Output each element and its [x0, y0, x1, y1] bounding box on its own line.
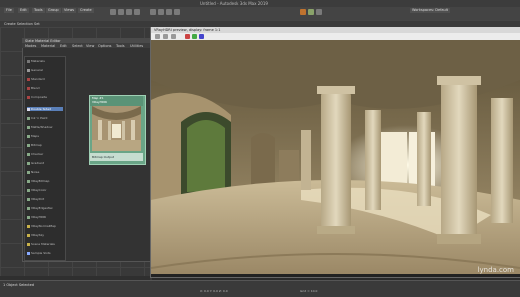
map-node-thumbnail [92, 106, 141, 151]
list-item[interactable]: Maps [27, 134, 39, 138]
menu-group[interactable]: Group [46, 8, 61, 13]
map-node-output[interactable]: Bitmap Output [90, 153, 143, 161]
material-editor-menu: Modes Material Edit Select View Options … [22, 43, 150, 48]
red-channel-icon[interactable] [185, 34, 190, 39]
list-item[interactable]: Materials [27, 59, 45, 63]
material-map-browser[interactable]: Materials General Standard Blend Composi… [24, 56, 66, 261]
snap-icon[interactable] [150, 9, 156, 15]
move-icon[interactable] [118, 9, 124, 15]
list-item[interactable]: Double Sided [27, 107, 63, 111]
workspace-selector[interactable]: Workspaces: Default [410, 8, 451, 13]
render-setup-icon[interactable] [300, 9, 306, 15]
green-channel-icon[interactable] [192, 34, 197, 39]
map-node-type: VRayHDRI [92, 100, 108, 104]
list-item[interactable]: VRayBitmap [27, 179, 49, 183]
copy-icon[interactable] [163, 34, 168, 39]
thumbnail-image [92, 106, 141, 151]
grid-size: Grid = 10.0 [300, 289, 318, 293]
list-item[interactable]: Noise [27, 170, 39, 174]
rotate-icon[interactable] [126, 9, 132, 15]
menu-create[interactable]: Create [78, 8, 94, 13]
select-icon[interactable] [110, 9, 116, 15]
list-item[interactable]: VRayDirt [27, 197, 44, 201]
mirror-icon[interactable] [166, 9, 172, 15]
panorama-illustration [151, 40, 520, 274]
list-item[interactable]: Bitmap [27, 143, 42, 147]
list-item[interactable]: Ink 'n Paint [27, 116, 48, 120]
list-item[interactable]: Checker [27, 152, 43, 156]
menu-tools[interactable]: Tools [32, 8, 45, 13]
list-item[interactable]: Blend [27, 86, 40, 90]
status-bar [0, 280, 520, 297]
list-item[interactable]: Scene Materials [27, 242, 55, 246]
sme-menu-view[interactable]: View [86, 43, 94, 49]
align-icon[interactable] [174, 9, 180, 15]
angle-snap-icon[interactable] [158, 9, 164, 15]
preview-toolbar [151, 33, 520, 40]
list-item[interactable]: Sample Slots [27, 251, 51, 255]
menu-file[interactable]: File [4, 8, 14, 13]
window-title: Untitled - Autodesk 3ds Max 2019 [200, 1, 268, 6]
sme-menu-options[interactable]: Options [98, 43, 112, 49]
main-toolbar: File Edit Tools Group Views Create Works… [0, 7, 520, 21]
material-editor-icon[interactable] [316, 9, 322, 15]
menu-views[interactable]: Views [62, 8, 77, 13]
list-item[interactable]: VRayHDRI [27, 215, 46, 219]
list-item[interactable]: Standard [27, 77, 45, 81]
list-item[interactable]: General [27, 68, 43, 72]
list-item[interactable]: Matte/Shadow [27, 125, 52, 129]
blue-channel-icon[interactable] [199, 34, 204, 39]
status-prompt: 1 Object Selected [3, 283, 35, 287]
map-node-header[interactable]: Map #1 VRayHDRI [90, 96, 143, 106]
sme-menu-utilities[interactable]: Utilities [130, 43, 143, 49]
menu-edit[interactable]: Edit [18, 8, 29, 13]
sme-menu-edit[interactable]: Edit [60, 43, 67, 49]
title-bar: Untitled - Autodesk 3ds Max 2019 [0, 0, 520, 7]
list-item[interactable]: VRayColor [27, 188, 47, 192]
sme-menu-tools[interactable]: Tools [116, 43, 125, 49]
lynda-watermark: lynda.com [477, 266, 514, 274]
preview-title: VRayHDRI preview, display: frame 1:1 [154, 28, 221, 32]
list-item[interactable]: Composite [27, 95, 47, 99]
list-item[interactable]: VRayNormalMap [27, 224, 56, 228]
list-item[interactable]: Gradient [27, 161, 44, 165]
sme-menu-select[interactable]: Select [72, 43, 83, 49]
coordinate-readout: X: 0.0 Y: 0.0 Z: 0.0 [200, 289, 228, 293]
sme-menu-modes[interactable]: Modes [25, 43, 36, 49]
list-item[interactable]: VRayEdgesTex [27, 206, 53, 210]
save-icon[interactable] [155, 34, 160, 39]
list-item[interactable]: VRaySky [27, 233, 44, 237]
render-icon[interactable] [308, 9, 314, 15]
clear-icon[interactable] [171, 34, 176, 39]
sme-menu-material[interactable]: Material [41, 43, 55, 49]
hdri-panorama-image [151, 40, 520, 274]
scale-icon[interactable] [134, 9, 140, 15]
